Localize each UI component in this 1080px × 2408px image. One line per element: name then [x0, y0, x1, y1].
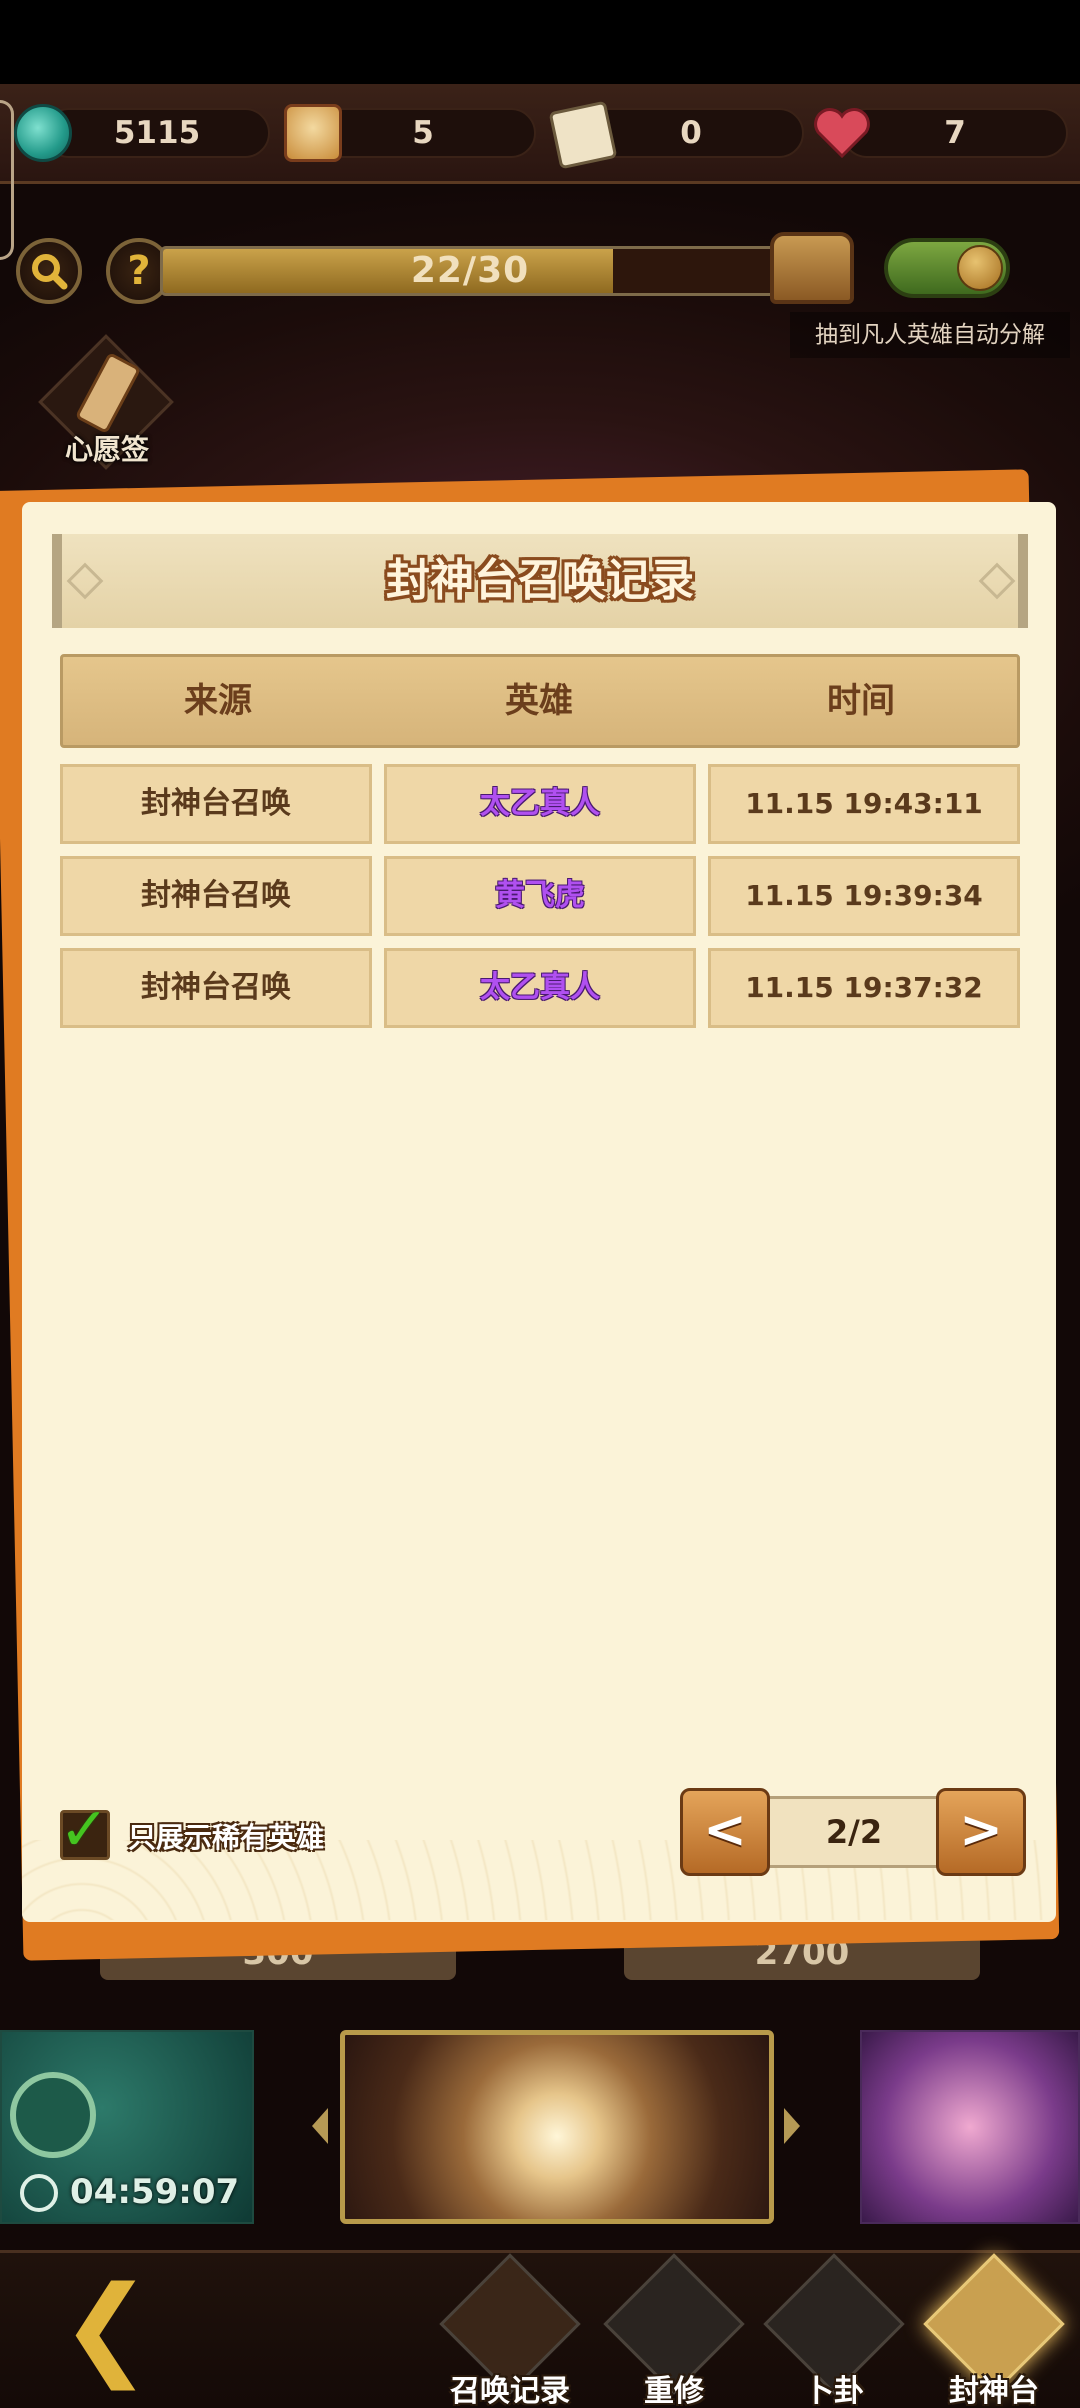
nav-label: 召唤记录 [450, 2374, 570, 2408]
clock-icon [20, 2174, 58, 2212]
resource-heart: 7 [842, 108, 1068, 158]
event-emblem-icon [10, 2072, 96, 2158]
reward-chest-icon[interactable] [770, 232, 854, 304]
banner-next-arrow-icon[interactable] [784, 2108, 800, 2144]
jade-coin-icon [14, 104, 72, 162]
rare-only-checkbox[interactable]: ✓ [59, 1795, 110, 1865]
resource-jade: 5115 [44, 108, 270, 158]
table-cell-source: 封神台召唤 [60, 856, 372, 936]
resource-scroll: 5 [310, 108, 536, 158]
nav-divination[interactable]: 卜卦 [763, 2253, 905, 2408]
side-panel-edge[interactable] [0, 100, 14, 260]
status-bar [0, 0, 1080, 84]
event-timer-text: 04:59:07 [70, 2172, 240, 2212]
search-button[interactable] [16, 238, 82, 304]
nav-fengshen-altar[interactable]: 封神台 [923, 2253, 1065, 2408]
table-cell-hero[interactable]: 黄飞虎 [384, 856, 696, 936]
question-icon: ? [127, 248, 151, 294]
nav-label: 重修 [644, 2374, 704, 2408]
auto-decompose-label: 抽到凡人英雄自动分解 [790, 312, 1070, 358]
rare-only-label[interactable]: 只展示稀有英雄 [128, 1816, 324, 1856]
summon-scroll-icon [284, 104, 342, 162]
column-header-source: 来源 [184, 681, 252, 721]
column-header-hero: 英雄 [505, 681, 573, 721]
table-cell-source: 封神台召唤 [60, 948, 372, 1028]
table-cell-time: 11.15 19:39:34 [708, 856, 1020, 936]
event-timer: 04:59:07 [20, 2166, 250, 2218]
table-cell-time: 11.15 19:37:32 [708, 948, 1020, 1028]
modal-title: 封神台召唤记录 [386, 555, 694, 606]
search-icon [32, 254, 68, 290]
wish-sign-button[interactable]: 心愿签 [38, 334, 174, 470]
nav-retrain[interactable]: 重修 [603, 2253, 745, 2408]
event-banner-right[interactable] [860, 2030, 1080, 2224]
page-indicator: 2/2 [766, 1796, 942, 1868]
ticket-icon [548, 100, 618, 170]
checkmark-icon: ✓ [59, 1795, 110, 1865]
table-header: 来源 英雄 时间 [60, 654, 1020, 748]
nav-summon-record[interactable]: 召唤记录 [439, 2253, 581, 2408]
resource-jade-value: 5115 [113, 115, 201, 151]
table-cell-source: 封神台召唤 [60, 764, 372, 844]
auto-decompose-toggle[interactable] [884, 238, 1010, 298]
prev-page-button[interactable]: < [680, 1788, 770, 1876]
summon-progress-bar: 22/30 [160, 246, 780, 296]
nav-label: 封神台 [949, 2374, 1039, 2408]
nav-label: 卜卦 [804, 2374, 864, 2408]
wish-sign-label: 心愿签 [64, 433, 149, 466]
toggle-knob [957, 245, 1003, 291]
heart-icon [814, 108, 870, 158]
table-cell-hero[interactable]: 太乙真人 [384, 764, 696, 844]
resource-scroll-value: 5 [412, 115, 434, 151]
table-cell-hero[interactable]: 太乙真人 [384, 948, 696, 1028]
column-header-time: 时间 [827, 681, 895, 721]
resource-heart-value: 7 [944, 115, 966, 151]
next-page-button[interactable]: > [936, 1788, 1026, 1876]
banner-prev-arrow-icon[interactable] [312, 2108, 328, 2144]
summon-progress-text: 22/30 [410, 250, 530, 291]
back-arrow-icon[interactable]: ❮ [60, 2271, 180, 2386]
summon-portal-banner[interactable] [340, 2030, 774, 2224]
table-cell-time: 11.15 19:43:11 [708, 764, 1020, 844]
